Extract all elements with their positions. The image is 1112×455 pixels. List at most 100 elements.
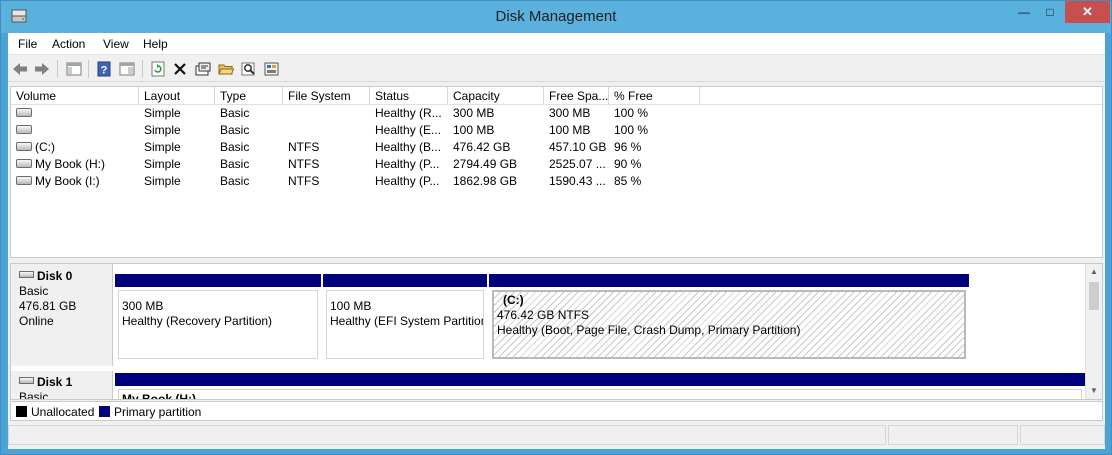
partition-bar [323,274,487,287]
partition-size: 300 MB [122,299,164,313]
volume-cell: (C:) [11,139,139,156]
capacity-cell: 300 MB [453,106,495,120]
status-pane-main [8,425,886,445]
column-header-status[interactable]: Status [370,87,448,105]
partition-my-book-h[interactable]: My Book (H:) [115,373,1085,399]
maximize-button[interactable]: □ [1037,1,1063,23]
legend-bar: Unallocated Primary partition [10,401,1103,421]
toolbar: ? [8,56,1105,82]
file-system-cell [283,122,370,139]
table-row[interactable]: My Book (I:) Simple Basic NTFS Healthy (… [11,173,1102,190]
menu-help[interactable]: Help [143,37,168,51]
unallocated-swatch [16,406,27,418]
partition-recovery[interactable]: 300 MB Healthy (Recovery Partition) [115,274,321,362]
column-header-free-space[interactable]: Free Spa... [544,87,609,105]
capacity-cell: 476.42 GB [453,140,511,154]
layout-cell: Simple [144,140,181,154]
free-space-cell: 300 MB [549,106,591,120]
column-header-type[interactable]: Type [215,87,283,105]
legend-label: Primary partition [114,405,202,419]
minimize-button[interactable]: — [1011,1,1037,23]
partition-status: Healthy (Recovery Partition) [122,314,273,328]
disk-0-label[interactable]: Disk 0 Basic 476.81 GB Online [11,264,113,366]
partition-status: Healthy (EFI System Partition [330,314,484,328]
status-cell: Healthy (P... [375,157,440,171]
menu-action[interactable]: Action [52,37,85,51]
disk-size: 476.81 GB [19,299,77,313]
partition-efi[interactable]: 100 MB Healthy (EFI System Partition [323,274,487,362]
partition-body: (C:) 476.42 GB NTFS Healthy (Boot, Page … [492,290,966,359]
partition-c[interactable]: (C:) 476.42 GB NTFS Healthy (Boot, Page … [489,274,969,362]
file-system-cell: NTFS [288,157,320,171]
volume-cell: My Book (H:) [11,156,139,173]
console-tree-icon[interactable] [65,60,83,78]
type-cell: Basic [220,106,250,120]
title-bar[interactable]: Disk Management — □ ✕ [1,1,1111,33]
toolbar-separator [57,60,58,78]
properties-icon[interactable] [194,60,212,78]
partition-bar [115,373,1085,386]
column-header-capacity[interactable]: Capacity [448,87,544,105]
table-row[interactable]: Simple Basic Healthy (E... 100 MB 100 MB… [11,122,1102,139]
column-header-percent-free[interactable]: % Free [609,87,700,105]
percent-free-cell: 90 % [614,157,642,171]
partition-body: 100 MB Healthy (EFI System Partition [326,290,484,359]
layout-cell: Simple [144,157,181,171]
volume-cell: My Book (I:) [11,173,139,190]
partition-title: (C:) [503,293,524,307]
table-row[interactable]: (C:) Simple Basic NTFS Healthy (B... 476… [11,139,1102,156]
settings-icon[interactable] [263,60,281,78]
refresh-icon[interactable] [149,60,167,78]
status-cell: Healthy (R... [375,106,442,120]
toolbar-separator [88,60,89,78]
drive-icon [16,176,32,186]
volume-list-header: Volume Layout Type File System Status Ca… [11,87,1102,105]
search-icon[interactable] [240,60,258,78]
primary-partition-swatch [99,406,110,418]
status-cell: Healthy (B... [375,140,442,154]
percent-free-cell: 85 % [614,174,642,188]
scroll-up-icon[interactable]: ▲ [1086,264,1102,280]
layout-cell: Simple [144,123,181,137]
column-header-layout[interactable]: Layout [139,87,215,105]
properties-pane-icon[interactable] [118,60,136,78]
column-header-volume[interactable]: Volume [11,87,139,105]
back-arrow-icon[interactable] [11,60,29,78]
free-space-cell: 2525.07 ... [549,157,606,171]
scroll-down-icon[interactable]: ▼ [1086,383,1102,399]
open-folder-icon[interactable] [217,60,235,78]
status-bar [8,423,1105,447]
forward-arrow-icon[interactable] [33,60,51,78]
scrollbar-thumb[interactable] [1089,282,1099,310]
disk-1-label[interactable]: Disk 1 Basic [11,371,113,400]
type-cell: Basic [220,174,250,188]
layout-cell: Simple [144,106,181,120]
volume-list[interactable]: Volume Layout Type File System Status Ca… [10,86,1103,258]
disk-name: Disk 1 [37,375,73,389]
menu-file[interactable]: File [18,37,37,51]
drive-icon [16,142,32,152]
legend-primary-partition: Primary partition [99,405,201,419]
partition-body: 300 MB Healthy (Recovery Partition) [118,290,318,359]
free-space-cell: 1590.43 ... [549,174,606,188]
status-cell: Healthy (P... [375,174,440,188]
client-area: File Action View Help ? Volume Layout Ty… [8,33,1105,449]
free-space-cell: 457.10 GB [549,140,607,154]
disk-type: Basic [19,390,49,400]
drive-icon [16,108,32,118]
delete-icon[interactable] [171,60,189,78]
status-pane-right [1020,425,1105,445]
layout-cell: Simple [144,174,181,188]
disk-pane-scrollbar[interactable]: ▲ ▼ [1085,264,1102,399]
partition-size: 476.42 GB NTFS [497,308,590,322]
help-icon[interactable]: ? [95,60,113,78]
column-header-file-system[interactable]: File System [283,87,370,105]
status-pane-middle [888,425,1018,445]
menu-view[interactable]: View [103,37,129,51]
partition-size: 100 MB [330,299,372,313]
table-row[interactable]: My Book (H:) Simple Basic NTFS Healthy (… [11,156,1102,173]
table-row[interactable]: Simple Basic Healthy (R... 300 MB 300 MB… [11,105,1102,122]
close-button[interactable]: ✕ [1065,1,1110,23]
disk-map-pane[interactable]: Disk 0 Basic 476.81 GB Online 300 MB Hea… [10,263,1103,400]
percent-free-cell: 100 % [614,123,649,137]
